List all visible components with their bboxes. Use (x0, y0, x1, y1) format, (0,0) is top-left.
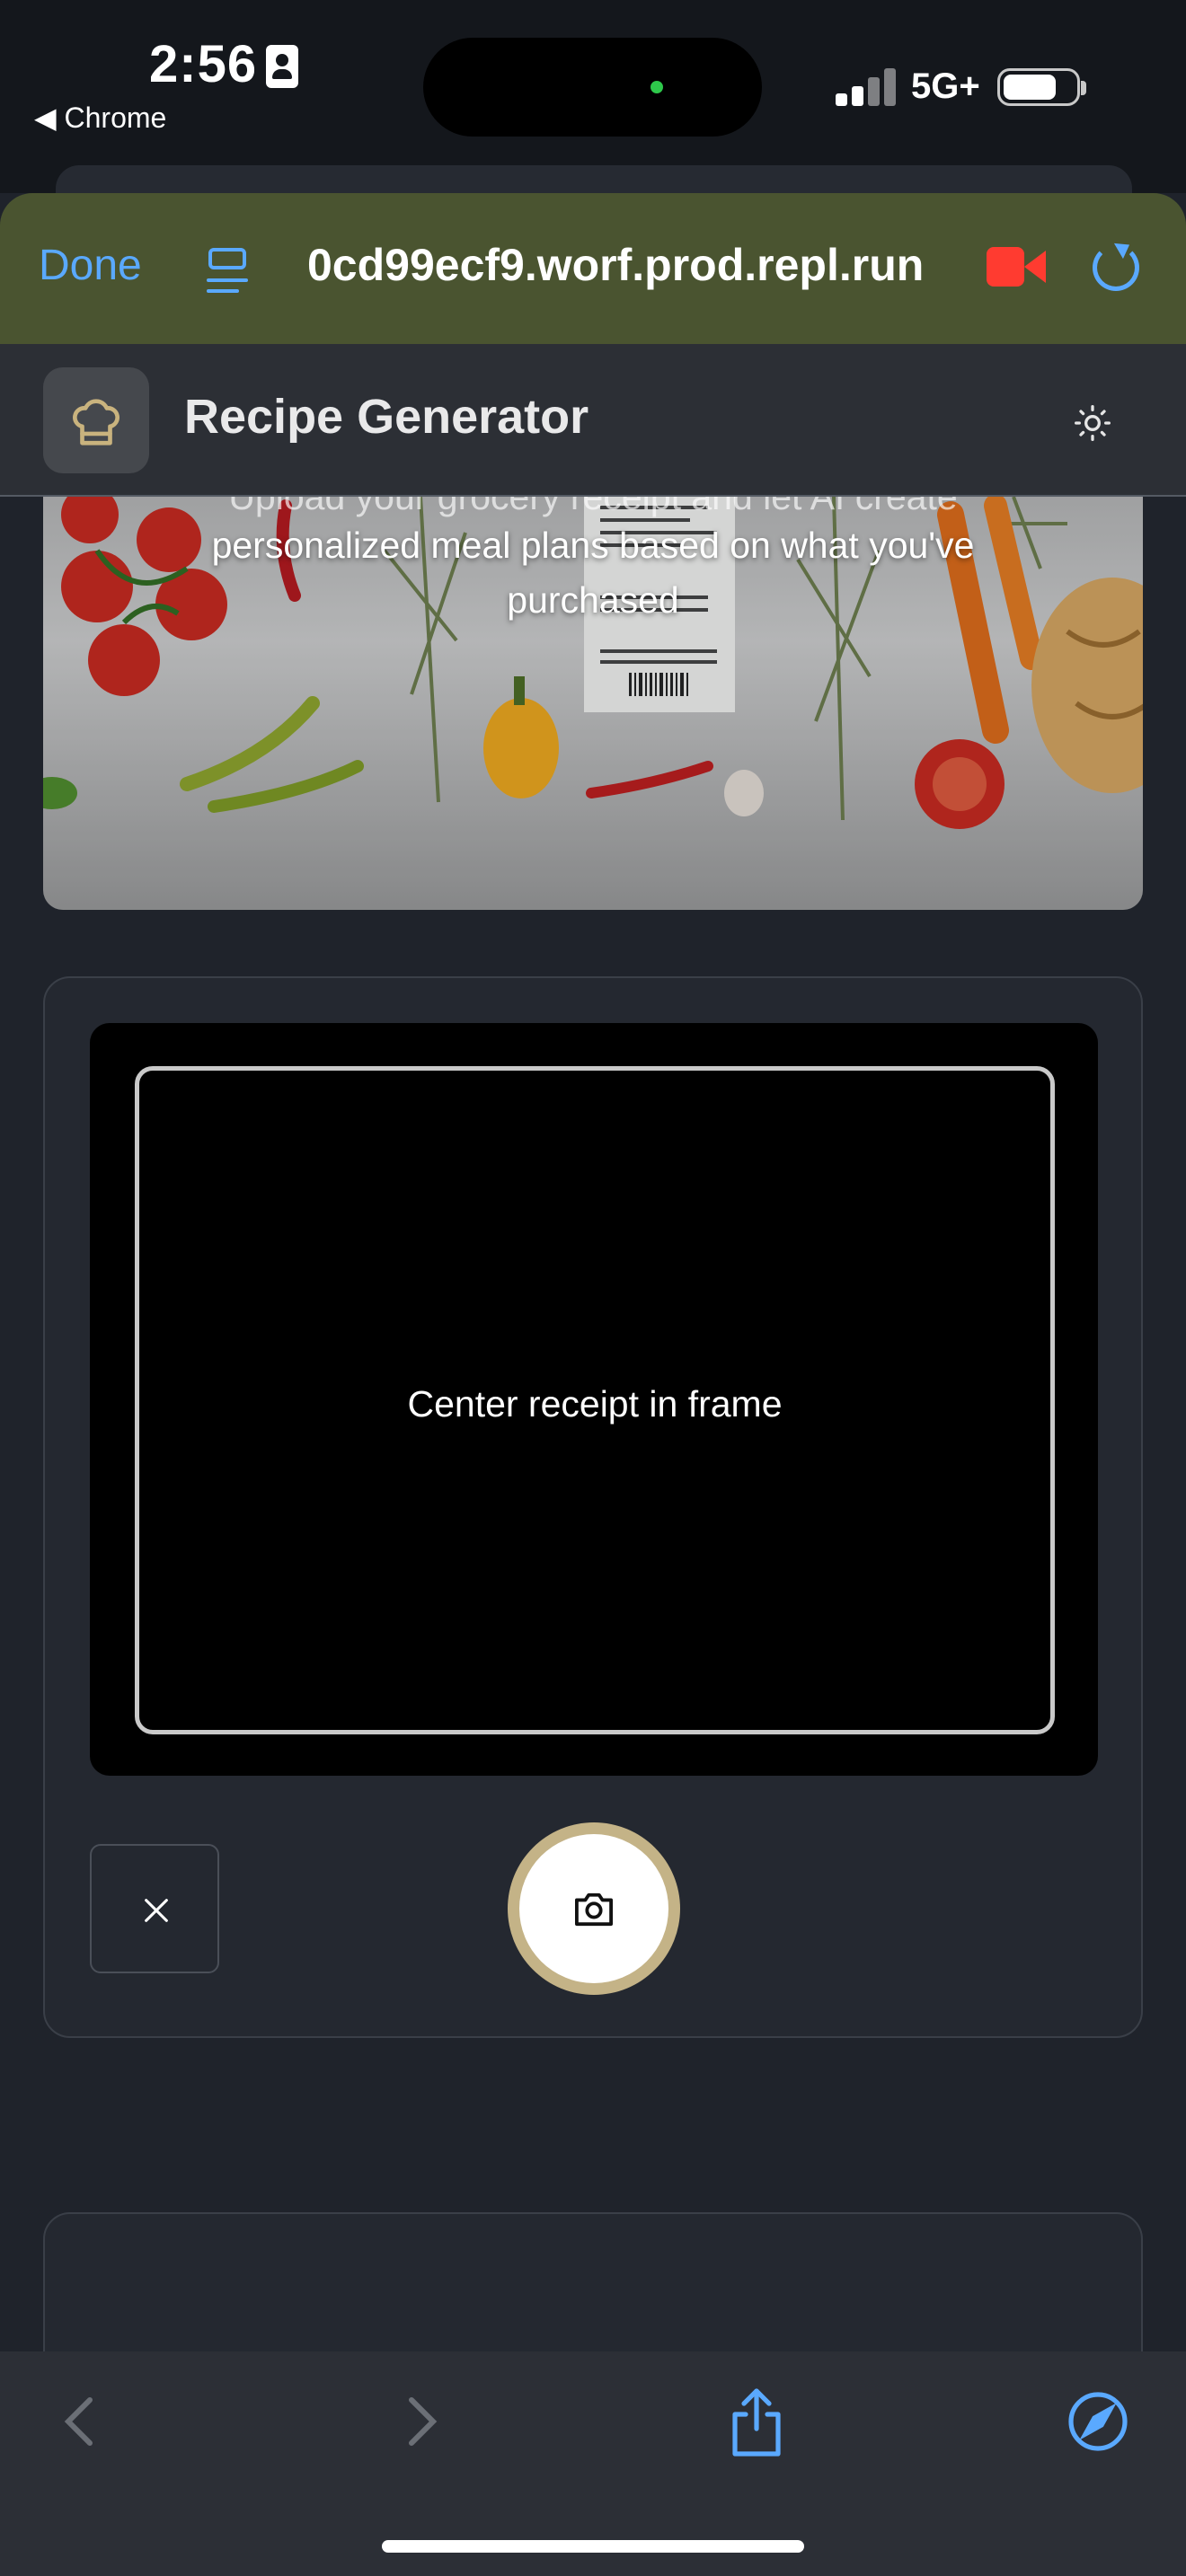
frame-instruction: Center receipt in frame (407, 1383, 783, 1425)
hero-banner: Upload your grocery receipt and let AI c… (43, 497, 1143, 910)
camera-viewport: Center receipt in frame (90, 1023, 1098, 1776)
dynamic-island (423, 38, 762, 137)
compass-icon[interactable] (1067, 2391, 1128, 2452)
logo-button[interactable] (43, 367, 149, 473)
browser-bottom-bar (0, 2351, 1186, 2576)
sun-icon[interactable] (1073, 403, 1112, 443)
app-header: Recipe Generator (0, 344, 1186, 497)
tabs-icon[interactable] (207, 246, 248, 296)
share-icon[interactable] (728, 2386, 785, 2457)
done-button[interactable]: Done (39, 241, 142, 290)
back-icon[interactable] (61, 2395, 97, 2448)
status-bar: 2:56 ◀ Chrome 5G+ (0, 0, 1186, 193)
receipt-frame: Center receipt in frame (135, 1066, 1055, 1734)
close-camera-button[interactable] (90, 1844, 219, 1973)
battery-icon (997, 68, 1086, 106)
capture-button[interactable] (508, 1822, 680, 1995)
network-label: 5G+ (911, 66, 980, 106)
close-icon (145, 1899, 168, 1922)
back-to-app-link[interactable]: ◀ Chrome (34, 101, 166, 135)
hero-description: personalized meal plans based on what yo… (211, 525, 975, 621)
forward-icon[interactable] (404, 2395, 440, 2448)
home-indicator (382, 2540, 804, 2553)
camera-card: Center receipt in frame (43, 976, 1143, 2038)
recording-icon[interactable] (987, 247, 1046, 287)
status-time: 2:56 (149, 35, 258, 93)
url-field[interactable]: 0cd99ecf9.worf.prod.repl.run (307, 239, 924, 291)
app-title: Recipe Generator (184, 390, 589, 444)
camera-icon (575, 1892, 613, 1927)
reload-icon[interactable] (1093, 244, 1139, 291)
camera-indicator-icon (651, 81, 663, 93)
signal-icon (836, 66, 898, 106)
contact-badge-icon (266, 45, 298, 88)
chef-hat-icon (73, 399, 119, 446)
